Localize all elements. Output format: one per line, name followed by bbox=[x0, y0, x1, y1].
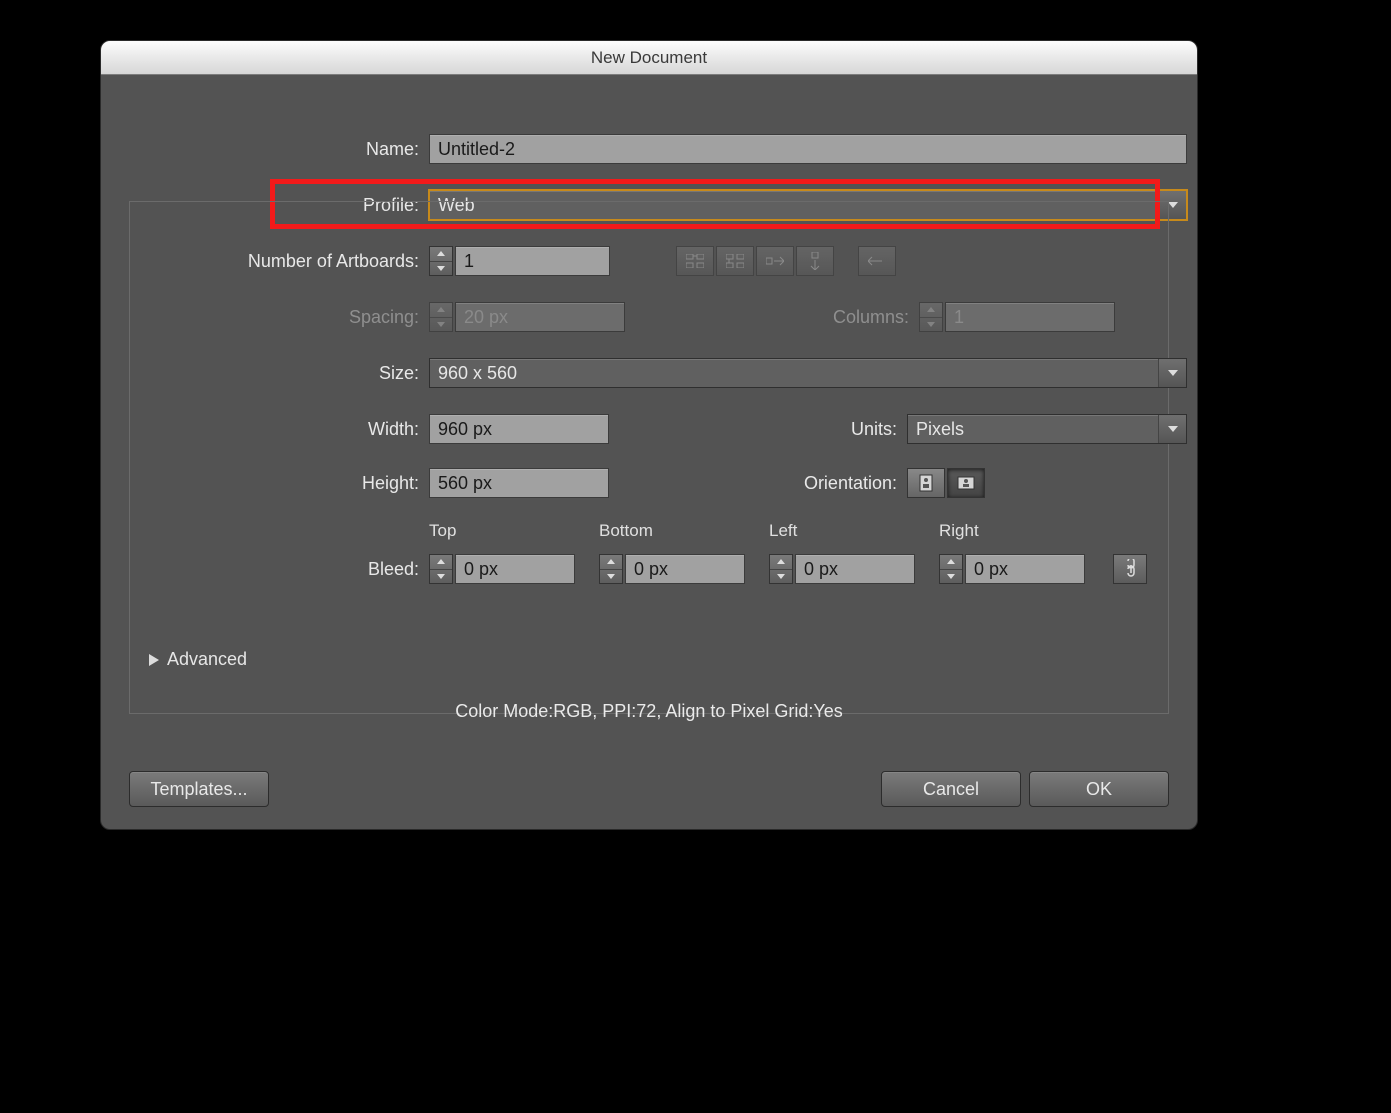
arrange-row-icon[interactable] bbox=[756, 246, 794, 276]
bleed-bottom-input[interactable]: 0 px bbox=[625, 554, 745, 584]
bleed-right-label: Right bbox=[939, 521, 979, 541]
grid-by-col-icon[interactable] bbox=[716, 246, 754, 276]
bleed-right-stepper[interactable] bbox=[939, 554, 963, 584]
chevron-down-icon bbox=[1158, 359, 1186, 387]
chevron-down-icon bbox=[1158, 415, 1186, 443]
name-input[interactable]: Untitled-2 bbox=[429, 134, 1187, 164]
bleed-right-input[interactable]: 0 px bbox=[965, 554, 1085, 584]
arrange-col-icon[interactable] bbox=[796, 246, 834, 276]
spacing-input: 20 px bbox=[455, 302, 625, 332]
columns-stepper bbox=[919, 302, 943, 332]
chevron-right-icon bbox=[149, 654, 159, 666]
advanced-disclosure[interactable]: Advanced bbox=[149, 649, 247, 670]
bleed-top-stepper[interactable] bbox=[429, 554, 453, 584]
settings-fieldset bbox=[129, 201, 1169, 714]
units-label: Units: bbox=[801, 419, 897, 440]
columns-input: 1 bbox=[945, 302, 1115, 332]
rtl-icon[interactable] bbox=[858, 246, 896, 276]
height-input[interactable]: 560 px bbox=[429, 468, 609, 498]
bleed-left-label: Left bbox=[769, 521, 797, 541]
link-icon[interactable] bbox=[1113, 554, 1147, 584]
templates-button[interactable]: Templates... bbox=[129, 771, 269, 807]
document-info: Color Mode:RGB, PPI:72, Align to Pixel G… bbox=[101, 701, 1197, 722]
size-value: 960 x 560 bbox=[438, 363, 517, 384]
units-value: Pixels bbox=[916, 419, 964, 440]
artboards-stepper[interactable] bbox=[429, 246, 453, 276]
spacing-stepper bbox=[429, 302, 453, 332]
orientation-landscape[interactable] bbox=[947, 468, 985, 498]
height-label: Height: bbox=[323, 473, 419, 494]
orientation-label: Orientation: bbox=[741, 473, 897, 494]
size-select[interactable]: 960 x 560 bbox=[429, 358, 1187, 388]
new-document-dialog: New Document Name: Untitled-2 Profile: W… bbox=[100, 40, 1198, 830]
advanced-label: Advanced bbox=[167, 649, 247, 670]
grid-by-row-icon[interactable] bbox=[676, 246, 714, 276]
bleed-left-input[interactable]: 0 px bbox=[795, 554, 915, 584]
width-input[interactable]: 960 px bbox=[429, 414, 609, 444]
bleed-top-label: Top bbox=[429, 521, 456, 541]
columns-label: Columns: bbox=[761, 307, 909, 328]
units-select[interactable]: Pixels bbox=[907, 414, 1187, 444]
size-label: Size: bbox=[343, 363, 419, 384]
width-label: Width: bbox=[323, 419, 419, 440]
orientation-portrait[interactable] bbox=[907, 468, 945, 498]
cancel-button[interactable]: Cancel bbox=[881, 771, 1021, 807]
bleed-bottom-stepper[interactable] bbox=[599, 554, 623, 584]
window-title: New Document bbox=[101, 41, 1197, 75]
artboards-input[interactable]: 1 bbox=[455, 246, 610, 276]
bleed-left-stepper[interactable] bbox=[769, 554, 793, 584]
spacing-label: Spacing: bbox=[271, 307, 419, 328]
ok-button[interactable]: OK bbox=[1029, 771, 1169, 807]
artboards-label: Number of Artboards: bbox=[159, 251, 419, 272]
bleed-top-input[interactable]: 0 px bbox=[455, 554, 575, 584]
name-label: Name: bbox=[331, 139, 419, 160]
bleed-label: Bleed: bbox=[323, 559, 419, 580]
bleed-bottom-label: Bottom bbox=[599, 521, 653, 541]
